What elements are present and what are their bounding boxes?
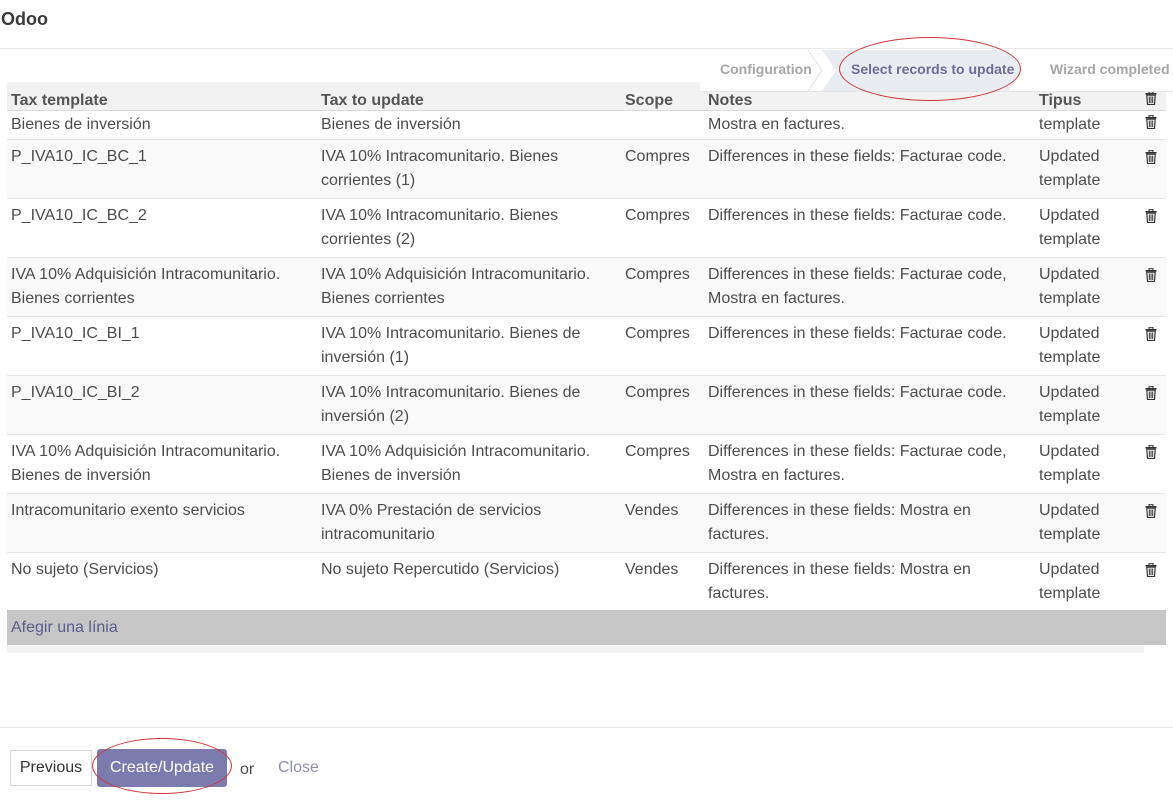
cell-type[interactable]: Updated template: [1035, 197, 1136, 257]
row-delete-button[interactable]: [1136, 374, 1166, 434]
cell-scope[interactable]: Compres: [621, 256, 704, 316]
header-divider: [0, 48, 1173, 49]
cell-type[interactable]: Updated template: [1035, 315, 1136, 375]
table-row[interactable]: P_IVA10_IC_BI_1 IVA 10% Intracomunitario.…: [7, 315, 1166, 375]
cell-type[interactable]: Updated template: [1035, 433, 1136, 493]
cell-notes[interactable]: Differences in these fields: Facturae co…: [704, 374, 1035, 434]
cell-tax-template[interactable]: Bienes de inversión: [7, 110, 317, 139]
previous-button[interactable]: Previous: [10, 750, 92, 786]
trash-icon[interactable]: [1145, 385, 1157, 400]
cell-tax-to-update[interactable]: IVA 10% Adquisición Intracomunitario. Bi…: [317, 256, 621, 316]
tax-update-table: Tax template Tax to update Scope Notes T…: [7, 82, 1166, 611]
app-title: Odoo: [1, 9, 48, 29]
trash-icon[interactable]: [1145, 114, 1157, 129]
cell-tax-to-update[interactable]: IVA 10% Intracomunitario. Bienes corrien…: [317, 138, 621, 198]
cell-tax-to-update[interactable]: Bienes de inversión: [317, 110, 621, 139]
cell-tax-template[interactable]: P_IVA10_IC_BI_2: [7, 374, 317, 434]
trash-icon[interactable]: [1145, 90, 1157, 105]
cell-scope[interactable]: Compres: [621, 315, 704, 375]
table-footer-spacer: [7, 645, 1144, 653]
table-row[interactable]: IVA 10% Adquisición Intracomunitario. Bi…: [7, 433, 1166, 493]
row-delete-button[interactable]: [1136, 138, 1166, 198]
row-delete-button[interactable]: [1136, 551, 1166, 611]
table-row[interactable]: Bienes de inversión Bienes de inversión Mo…: [7, 110, 1166, 139]
column-header-scope[interactable]: Scope: [621, 82, 704, 111]
table-row[interactable]: P_IVA10_IC_BI_2 IVA 10% Intracomunitario.…: [7, 374, 1166, 434]
cell-tax-to-update[interactable]: IVA 10% Adquisición Intracomunitario. Bi…: [317, 433, 621, 493]
cell-notes[interactable]: Differences in these fields: Facturae co…: [704, 256, 1035, 316]
tax-update-table-container: Tax template Tax to update Scope Notes T…: [7, 82, 1166, 611]
cell-tax-to-update[interactable]: IVA 10% Intracomunitario. Bienes de inve…: [317, 374, 621, 434]
step-select-records[interactable]: Select records to update: [822, 50, 1022, 91]
add-line-row: Afegir una línia: [7, 610, 1166, 645]
cell-notes[interactable]: Differences in these fields: Facturae co…: [704, 315, 1035, 375]
row-delete-button[interactable]: [1136, 256, 1166, 316]
footer-divider: [0, 727, 1173, 728]
add-line-link[interactable]: Afegir una línia: [11, 619, 118, 637]
row-delete-button[interactable]: [1136, 197, 1166, 257]
cell-tax-template[interactable]: IVA 10% Adquisición Intracomunitario. Bi…: [7, 256, 317, 316]
trash-icon[interactable]: [1145, 326, 1157, 341]
cell-tax-to-update[interactable]: No sujeto Repercutido (Servicios): [317, 551, 621, 611]
cell-tax-template[interactable]: Intracomunitario exento servicios: [7, 492, 317, 552]
trash-icon[interactable]: [1145, 562, 1157, 577]
cell-tax-template[interactable]: P_IVA10_IC_BI_1: [7, 315, 317, 375]
create-update-button[interactable]: Create/Update: [97, 749, 227, 787]
cell-scope[interactable]: [621, 110, 704, 139]
cell-notes[interactable]: Differences in these fields: Facturae co…: [704, 197, 1035, 257]
table-row[interactable]: No sujeto (Servicios) No sujeto Repercuti…: [7, 551, 1166, 611]
trash-icon[interactable]: [1145, 149, 1157, 164]
column-header-tax-to-update[interactable]: Tax to update: [317, 82, 621, 111]
cell-scope[interactable]: Compres: [621, 374, 704, 434]
table-body: Bienes de inversión Bienes de inversión Mo…: [7, 110, 1166, 611]
row-delete-button[interactable]: [1136, 315, 1166, 375]
cell-scope[interactable]: Compres: [621, 138, 704, 198]
column-header-tax-template[interactable]: Tax template: [7, 82, 317, 111]
cell-scope[interactable]: Compres: [621, 433, 704, 493]
table-row[interactable]: Intracomunitario exento servicios IVA 0% …: [7, 492, 1166, 552]
row-delete-button[interactable]: [1136, 492, 1166, 552]
cell-tax-to-update[interactable]: IVA 10% Intracomunitario. Bienes corrien…: [317, 197, 621, 257]
cell-tax-template[interactable]: IVA 10% Adquisición Intracomunitario. Bi…: [7, 433, 317, 493]
cell-scope[interactable]: Vendes: [621, 492, 704, 552]
row-delete-button[interactable]: [1136, 433, 1166, 493]
trash-icon[interactable]: [1145, 503, 1157, 518]
cell-notes[interactable]: Mostra en factures.: [704, 110, 1035, 139]
cell-tax-template[interactable]: P_IVA10_IC_BC_2: [7, 197, 317, 257]
trash-icon[interactable]: [1145, 444, 1157, 459]
table-row[interactable]: P_IVA10_IC_BC_2 IVA 10% Intracomunitario.…: [7, 197, 1166, 257]
cell-notes[interactable]: Differences in these fields: Mostra en f…: [704, 492, 1035, 552]
cell-tax-to-update[interactable]: IVA 10% Intracomunitario. Bienes de inve…: [317, 315, 621, 375]
cell-type[interactable]: Updated template: [1035, 256, 1136, 316]
cell-tax-template[interactable]: P_IVA10_IC_BC_1: [7, 138, 317, 198]
or-label: or: [240, 761, 255, 778]
trash-icon[interactable]: [1145, 208, 1157, 223]
cell-tax-to-update[interactable]: IVA 0% Prestación de servicios intracomu…: [317, 492, 621, 552]
row-delete-button[interactable]: [1136, 110, 1166, 139]
step-configuration[interactable]: Configuration: [720, 50, 812, 91]
cell-notes[interactable]: Differences in these fields: Facturae co…: [704, 433, 1035, 493]
cell-notes[interactable]: Differences in these fields: Mostra en f…: [704, 551, 1035, 611]
cell-type[interactable]: Updated template: [1035, 374, 1136, 434]
trash-icon[interactable]: [1145, 267, 1157, 282]
cell-scope[interactable]: Compres: [621, 197, 704, 257]
step-wizard-completed[interactable]: Wizard completed: [1050, 50, 1170, 91]
table-row[interactable]: IVA 10% Adquisición Intracomunitario. Bi…: [7, 256, 1166, 316]
cell-tax-template[interactable]: No sujeto (Servicios): [7, 551, 317, 611]
cell-type[interactable]: template: [1035, 110, 1136, 139]
wizard-statusbar: Configuration Select records to update W…: [700, 50, 1173, 92]
cell-type[interactable]: Updated template: [1035, 551, 1136, 611]
close-link[interactable]: Close: [278, 759, 319, 777]
cell-type[interactable]: Updated template: [1035, 138, 1136, 198]
cell-type[interactable]: Updated template: [1035, 492, 1136, 552]
step-separator-icon: [808, 50, 822, 91]
table-row[interactable]: P_IVA10_IC_BC_1 IVA 10% Intracomunitario.…: [7, 138, 1166, 198]
cell-scope[interactable]: Vendes: [621, 551, 704, 611]
cell-notes[interactable]: Differences in these fields: Facturae co…: [704, 138, 1035, 198]
